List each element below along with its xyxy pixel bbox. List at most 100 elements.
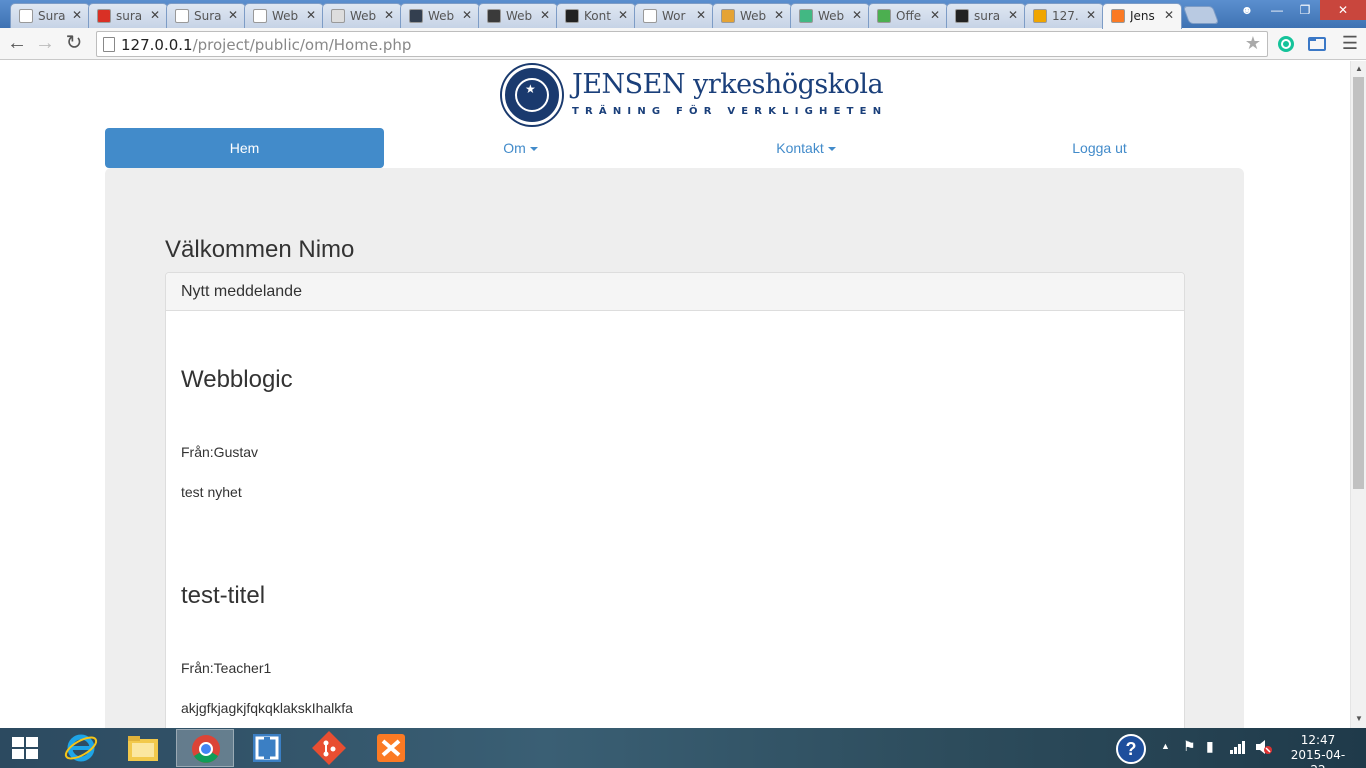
close-tab-icon[interactable]: ✕ [1164, 8, 1174, 22]
restore-button[interactable]: ❐ [1290, 0, 1320, 20]
help-icon[interactable]: ? [1116, 734, 1146, 764]
welcome-heading: Välkommen Nimo [165, 236, 355, 263]
brackets-icon[interactable] [238, 729, 296, 767]
show-hidden-icons-icon[interactable]: ▲ [1161, 741, 1170, 751]
browser-tab[interactable]: sura ✕ [946, 3, 1026, 28]
close-tab-icon[interactable]: ✕ [384, 8, 394, 22]
close-tab-icon[interactable]: ✕ [228, 8, 238, 22]
address-bar[interactable]: 127.0.0.1/project/public/om/Home.php ★ [96, 31, 1268, 57]
close-tab-icon[interactable]: ✕ [618, 8, 628, 22]
close-tab-icon[interactable]: ✕ [696, 8, 706, 22]
minimize-button[interactable]: — [1262, 0, 1292, 20]
system-clock[interactable]: 12:47 2015-04-22 [1286, 733, 1350, 768]
caret-down-icon [827, 147, 836, 152]
page-icon [331, 9, 345, 23]
close-tab-icon[interactable]: ✕ [930, 8, 940, 22]
circle-icon [487, 9, 501, 23]
chrome-menu-icon[interactable]: ☰ [1338, 32, 1362, 56]
clock-time: 12:47 [1300, 733, 1336, 747]
profile-icon[interactable]: ☻ [1232, 0, 1262, 20]
page-icon [643, 9, 657, 23]
nav-contact[interactable]: Kontakt [663, 128, 949, 168]
tab-title: Offe [896, 9, 922, 23]
pencil-icon [721, 9, 735, 23]
gmail-icon [97, 9, 111, 23]
nav-about[interactable]: Om [384, 128, 657, 168]
page-viewport: ★ JENSEN yrkeshögskola TRÄNING FÖR VERKL… [0, 61, 1350, 728]
brand-name: JENSEN yrkeshögskola [572, 69, 884, 100]
panel-heading: Nytt meddelande [166, 273, 1184, 311]
tab-title: Kont [584, 9, 611, 23]
page-scrollbar[interactable]: ▲ ▼ [1350, 61, 1366, 728]
close-tab-icon[interactable]: ✕ [852, 8, 862, 22]
brand-tagline: TRÄNING FÖR VERKLIGHETEN [572, 106, 888, 117]
grammarly-extension-icon[interactable] [1276, 34, 1296, 54]
file-explorer-icon[interactable] [114, 729, 172, 767]
scroll-up-icon[interactable]: ▲ [1351, 62, 1366, 76]
nav-logout[interactable]: Logga ut [955, 128, 1244, 168]
browser-tab[interactable]: 127. ✕ [1024, 3, 1104, 28]
browser-tab[interactable]: Web ✕ [712, 3, 792, 28]
page-icon [175, 9, 189, 23]
browser-tab[interactable]: Kont ✕ [556, 3, 636, 28]
tab-title: sura [116, 9, 143, 23]
browser-tab[interactable]: Web ✕ [478, 3, 558, 28]
close-window-button[interactable]: ✕ [1320, 0, 1366, 20]
close-tab-icon[interactable]: ✕ [72, 8, 82, 22]
vue-icon [799, 9, 813, 23]
scrollbar-thumb[interactable] [1353, 77, 1364, 489]
message-from: Från:Gustav [181, 444, 259, 460]
back-arrow-icon[interactable]: ← [5, 32, 29, 56]
tab-title: Jens [1130, 9, 1155, 23]
svg-text:?: ? [1126, 739, 1137, 759]
extension-folder-icon[interactable] [1307, 34, 1327, 54]
scroll-down-icon[interactable]: ▼ [1351, 712, 1366, 726]
tab-title: Web [428, 9, 455, 23]
browser-tab[interactable]: Sura ✕ [10, 3, 90, 28]
internet-explorer-icon[interactable] [52, 729, 110, 767]
main-nav: Hem Om Kontakt Logga ut [105, 128, 1244, 168]
bookmark-star-icon[interactable]: ★ [1245, 33, 1261, 54]
close-tab-icon[interactable]: ✕ [1008, 8, 1018, 22]
reload-icon[interactable]: ↻ [62, 32, 86, 56]
windows-start-icon[interactable] [12, 737, 38, 759]
page-icon [253, 9, 267, 23]
browser-tab[interactable]: Web ✕ [322, 3, 402, 28]
nav-home[interactable]: Hem [105, 128, 384, 168]
tab-title: Web [818, 9, 845, 23]
site-logo[interactable]: ★ JENSEN yrkeshögskola TRÄNING FÖR VERKL… [500, 63, 884, 125]
network-signal-icon[interactable] [1230, 740, 1246, 754]
browser-tab[interactable]: Web ✕ [244, 3, 324, 28]
volume-muted-icon[interactable] [1255, 739, 1273, 755]
caret-down-icon [529, 147, 538, 152]
close-tab-icon[interactable]: ✕ [306, 8, 316, 22]
browser-tab[interactable]: Jens ✕ [1102, 3, 1182, 29]
close-tab-icon[interactable]: ✕ [1086, 8, 1096, 22]
battery-icon[interactable]: ▮ [1206, 738, 1214, 755]
tab-title: Web [350, 9, 377, 23]
nav-about-label: Om [503, 140, 526, 156]
browser-tab[interactable]: Wor ✕ [634, 3, 714, 28]
message-from: Från:Teacher1 [181, 660, 272, 676]
chrome-icon[interactable] [176, 729, 234, 767]
close-tab-icon[interactable]: ✕ [540, 8, 550, 22]
browser-tab[interactable]: sura ✕ [88, 3, 168, 28]
jensen-seal-icon: ★ [502, 65, 562, 125]
tab-title: Web [272, 9, 299, 23]
tab-title: Sura [194, 9, 222, 23]
close-tab-icon[interactable]: ✕ [774, 8, 784, 22]
git-icon[interactable] [300, 729, 358, 767]
browser-tab[interactable]: Offe ✕ [868, 3, 948, 28]
browser-tab[interactable]: Web ✕ [790, 3, 870, 28]
url-text: 127.0.0.1/project/public/om/Home.php [121, 36, 412, 54]
close-tab-icon[interactable]: ✕ [462, 8, 472, 22]
tab-title: sura [974, 9, 1001, 23]
forward-arrow-icon[interactable]: → [33, 32, 57, 56]
xampp-icon[interactable] [362, 729, 420, 767]
clock-date: 2015-04-22 [1290, 748, 1346, 768]
close-tab-icon[interactable]: ✕ [150, 8, 160, 22]
browser-tab[interactable]: Sura ✕ [166, 3, 246, 28]
new-tab-button[interactable] [1182, 6, 1220, 24]
action-center-flag-icon[interactable]: ⚑ [1183, 738, 1196, 755]
browser-tab[interactable]: Web ✕ [400, 3, 480, 28]
